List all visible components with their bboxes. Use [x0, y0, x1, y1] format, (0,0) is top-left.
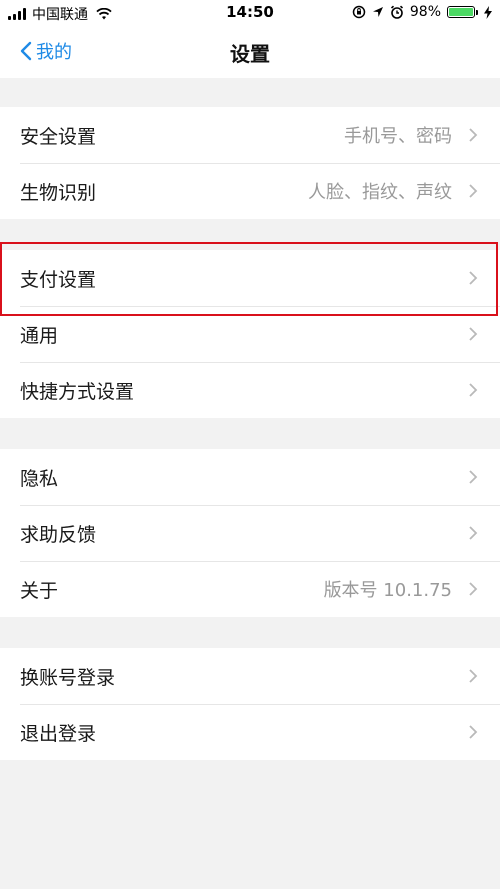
chevron-right-icon: [469, 383, 478, 397]
status-right: 98%: [352, 4, 492, 20]
row-label: 求助反馈: [20, 523, 97, 546]
version-number: 版本号 10.1.75: [323, 580, 452, 601]
orientation-lock-icon: [352, 5, 366, 19]
row-shortcut-settings[interactable]: 快捷方式设置: [0, 362, 500, 418]
row-privacy[interactable]: 隐私: [0, 449, 500, 505]
row-switch-account[interactable]: 换账号登录: [0, 648, 500, 704]
chevron-right-icon: [469, 470, 478, 484]
row-logout[interactable]: 退出登录: [0, 704, 500, 760]
chevron-right-icon: [469, 725, 478, 739]
row-detail: 人脸、指纹、声纹: [308, 182, 452, 203]
row-label: 退出登录: [20, 722, 97, 745]
chevron-right-icon: [469, 271, 478, 285]
row-about[interactable]: 关于 版本号 10.1.75: [0, 561, 500, 617]
chevron-right-icon: [469, 582, 478, 596]
row-label: 生物识别: [20, 181, 97, 204]
row-label: 换账号登录: [20, 666, 116, 689]
row-biometrics[interactable]: 生物识别 人脸、指纹、声纹: [0, 163, 500, 219]
status-bar: 中国联通 14:50 98%: [0, 0, 500, 26]
row-label: 通用: [20, 324, 59, 347]
row-label: 关于: [20, 579, 59, 602]
chevron-right-icon: [469, 184, 478, 198]
chevron-right-icon: [469, 128, 478, 142]
row-label: 安全设置: [20, 125, 97, 148]
settings-group-security: 安全设置 手机号、密码 生物识别 人脸、指纹、声纹: [0, 107, 500, 219]
location-arrow-icon: [372, 7, 383, 17]
row-label: 隐私: [20, 467, 59, 490]
settings-group-general: 支付设置 通用 快捷方式设置: [0, 250, 500, 418]
settings-group-account: 换账号登录 退出登录: [0, 648, 500, 760]
row-general[interactable]: 通用: [0, 306, 500, 362]
row-detail: 手机号、密码: [344, 126, 452, 147]
battery-percent: 98%: [409, 4, 441, 20]
alarm-clock-icon: [390, 5, 403, 19]
chevron-right-icon: [469, 669, 478, 683]
charging-bolt-icon: [484, 5, 492, 19]
battery-icon: [447, 6, 478, 18]
chevron-right-icon: [469, 327, 478, 341]
settings-group-privacy: 隐私 求助反馈 关于 版本号 10.1.75: [0, 449, 500, 617]
row-help-feedback[interactable]: 求助反馈: [0, 505, 500, 561]
navigation-bar: 我的 设置: [0, 26, 500, 78]
row-payment-settings[interactable]: 支付设置: [0, 250, 500, 306]
row-label: 支付设置: [20, 268, 97, 291]
page-title: 设置: [230, 42, 270, 66]
row-security-settings[interactable]: 安全设置 手机号、密码: [0, 107, 500, 163]
chevron-right-icon: [469, 526, 478, 540]
row-label: 快捷方式设置: [20, 380, 135, 403]
